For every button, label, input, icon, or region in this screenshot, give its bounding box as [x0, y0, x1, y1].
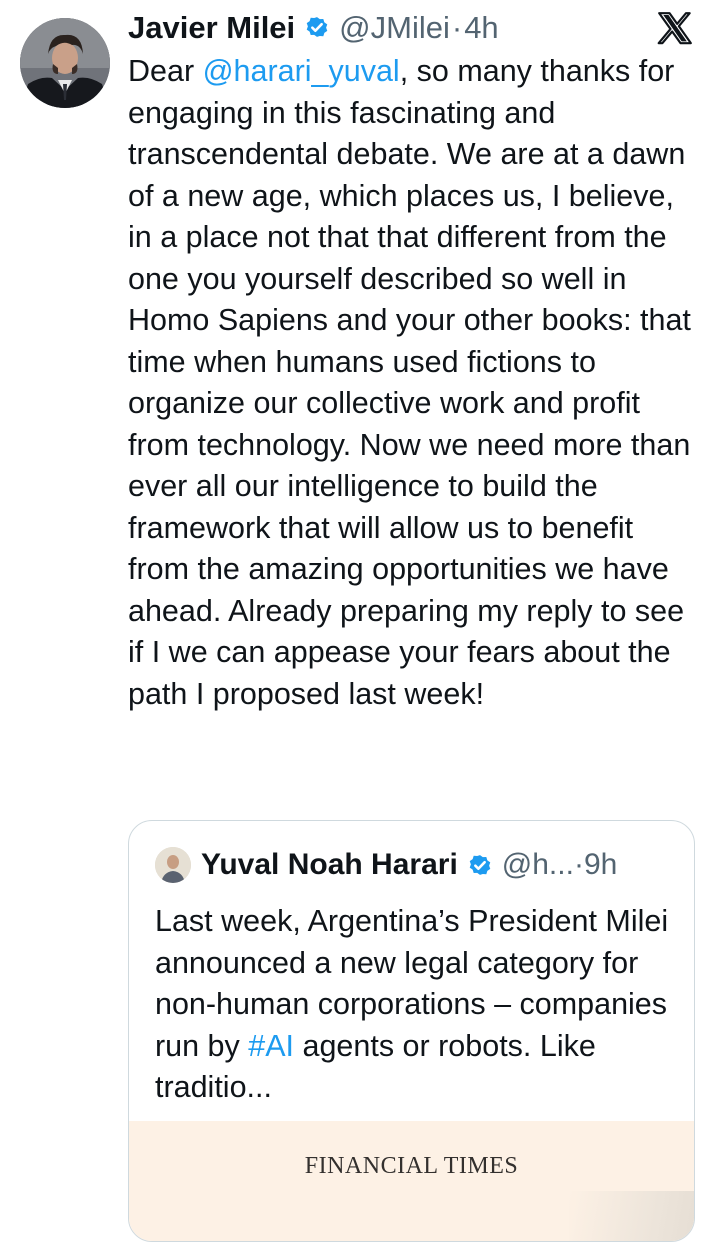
financial-times-logo: FINANCIAL TIMES	[304, 1153, 519, 1179]
author-avatar[interactable]	[20, 18, 110, 108]
hashtag-link[interactable]: #AI	[248, 1029, 294, 1063]
tweet-timestamp[interactable]: 4h	[464, 12, 498, 43]
tweet-body-text: , so many thanks for engaging in this fa…	[128, 54, 691, 711]
header-separator: ·	[451, 9, 463, 45]
quoted-author-handle[interactable]: @h...	[502, 848, 574, 882]
mention-link[interactable]: @harari_yuval	[203, 54, 400, 88]
quoted-tweet-text: Last week, Argentina’s President Milei a…	[155, 901, 675, 1109]
tweet-greeting: Dear	[128, 54, 203, 88]
tweet-header: Javier Milei @JMilei · 4h	[128, 4, 499, 50]
quoted-tweet-header: Yuval Noah Harari @h... · 9h	[155, 845, 617, 885]
quoted-verified-badge-icon	[466, 851, 494, 879]
quoted-tweet-card[interactable]: Yuval Noah Harari @h... · 9h Last week, …	[128, 820, 695, 1242]
author-avatar-image	[20, 18, 110, 108]
quoted-author-avatar[interactable]	[155, 847, 191, 883]
quoted-media-preview[interactable]: FINANCIAL TIMES	[129, 1121, 694, 1241]
x-logo-icon[interactable]	[655, 9, 695, 49]
verified-badge-icon	[303, 13, 331, 41]
author-name[interactable]: Javier Milei	[128, 12, 295, 43]
media-shadow	[569, 1191, 694, 1241]
quoted-header-separator: ·	[573, 848, 584, 881]
author-handle[interactable]: @JMilei	[339, 12, 450, 43]
tweet-text: Dear @harari_yuval, so many thanks for e…	[128, 51, 693, 715]
quoted-tweet-timestamp[interactable]: 9h	[584, 848, 617, 882]
quoted-author-name[interactable]: Yuval Noah Harari	[201, 848, 458, 882]
